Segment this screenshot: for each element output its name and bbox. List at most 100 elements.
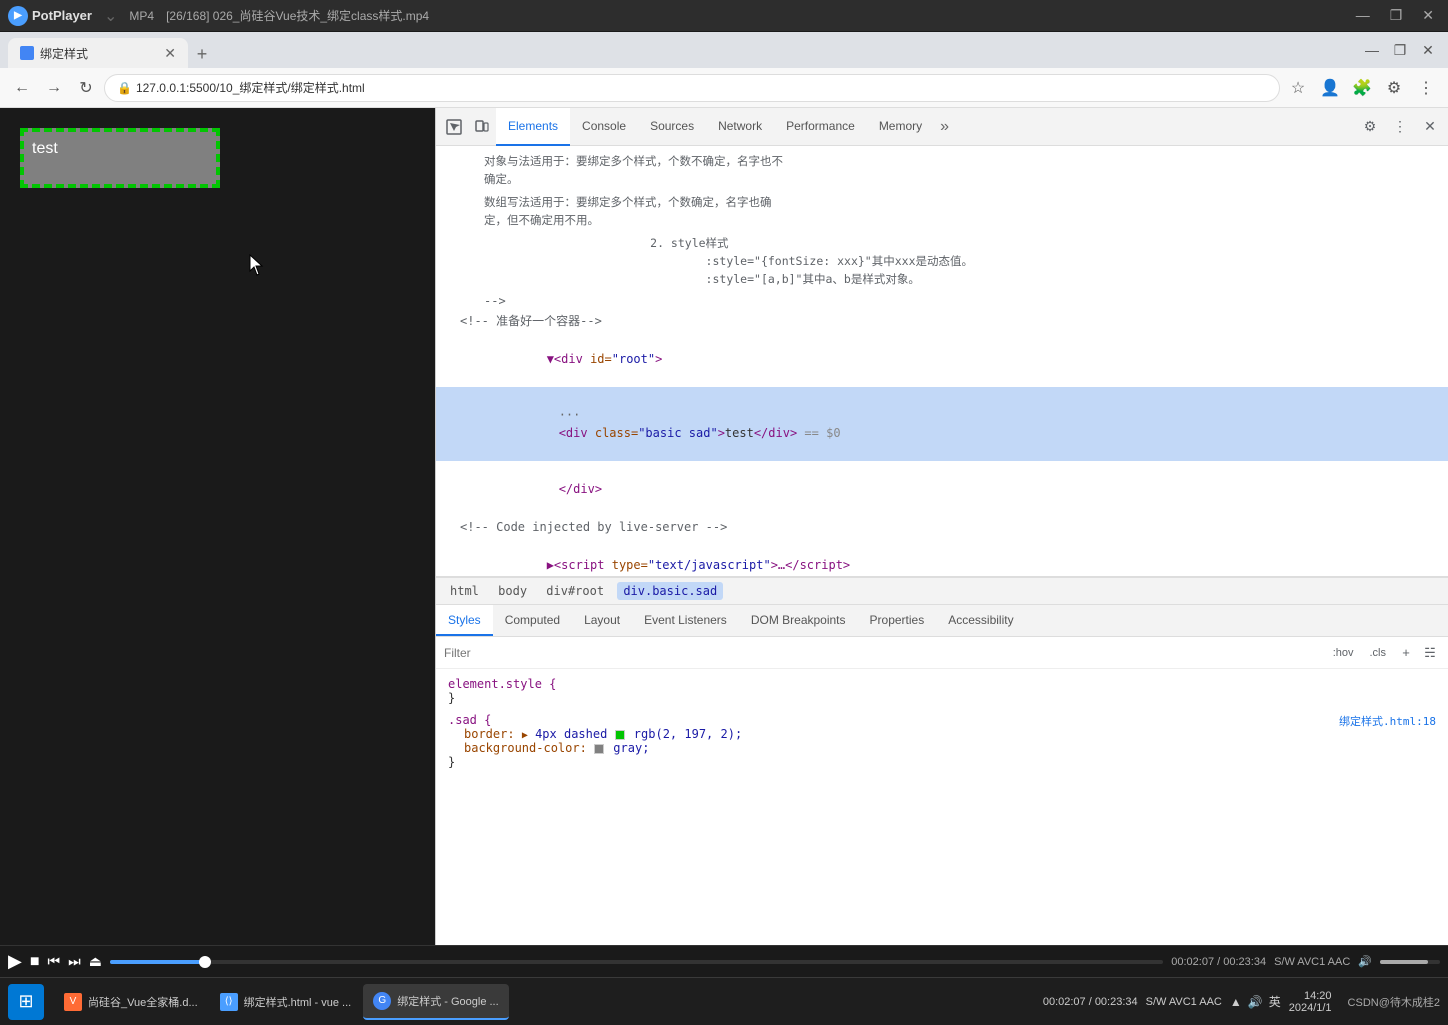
inspect-element-btn[interactable] [440,113,468,141]
forward-button[interactable]: → [40,74,68,102]
lang-icon[interactable]: 英 [1269,993,1281,1010]
sad-rule-close: } [448,755,1436,769]
hov-button[interactable]: :hov [1327,645,1360,661]
bg-color-prop: background-color: gray; [464,741,1436,755]
new-tab-button[interactable]: + [188,40,216,68]
devtools-pane: Elements Console Sources Network Perform… [435,108,1448,1025]
tab-properties[interactable]: Properties [858,605,937,636]
tab-performance[interactable]: Performance [774,108,867,146]
bw-restore[interactable]: ❐ [1388,38,1412,62]
add-rule-btn[interactable]: + [1396,643,1416,663]
taskbar-item-vue[interactable]: V 尚硅谷_Vue全家桶.d... [54,984,208,1020]
minimize-btn[interactable]: — [1350,5,1376,26]
taskbar-label-chrome: 绑定样式 - Google ... [397,993,498,1009]
close-btn[interactable]: ✕ [1416,5,1440,26]
devtools-content: 对象与法适用于：要绑定多个样式，个数不确定，名字也不确定。 数组写法适用于：要绑… [436,146,1448,1025]
url-bar[interactable]: 🔒 127.0.0.1:5500/10_绑定样式/绑定样式.html [104,74,1280,102]
tab-network[interactable]: Network [706,108,774,146]
sys-icons: ▲ 🔊 英 [1230,993,1281,1010]
tab-event-listeners[interactable]: Event Listeners [632,605,739,636]
breadcrumb-bar: html body div#root div.basic.sad [436,577,1448,605]
bookmark-btn[interactable]: ☆ [1284,74,1312,102]
filter-input[interactable] [444,646,1323,660]
stop-btn[interactable]: ■ [30,953,40,971]
tab-console[interactable]: Console [570,108,638,146]
preview-pane: test [0,108,435,1025]
code-script-collapsed[interactable]: ▶<script type="text/javascript">…</scrip… [436,537,1448,577]
tab-dom-breakpoints[interactable]: DOM Breakpoints [739,605,858,636]
bc-body[interactable]: body [492,582,533,600]
playback-controls: ▶ ■ ⏮ ⏭ ⏏ 00:02:07 / 00:23:34 S/W AVC1 A… [0,945,1448,977]
code-div-close[interactable]: </div> [436,461,1448,517]
extensions-btn[interactable]: 🧩 [1348,74,1376,102]
potplayer-title: PotPlayer [32,8,92,23]
code-div-basic-sad[interactable]: ··· <div class="basic sad">test</div> ==… [436,387,1448,461]
volume-bar[interactable] [1380,960,1440,964]
devtools-close-btn[interactable]: ✕ [1416,113,1444,141]
taskbar-right: 00:02:07 / 00:23:34 S/W AVC1 AAC ▲ 🔊 英 1… [1043,990,1440,1014]
border-expand-icon[interactable]: ▶ [522,730,528,741]
volume-icon[interactable]: 🔊 [1248,995,1263,1009]
restore-btn[interactable]: ❐ [1384,5,1409,26]
bw-minimize[interactable]: — [1360,38,1384,62]
taskbar-item-vscode[interactable]: ⟨⟩ 绑定样式.html - vue ... [210,984,362,1020]
sys-expand-icon[interactable]: ▲ [1230,995,1242,1009]
progress-fill [110,960,205,964]
playback-time: 00:02:07 / 00:23:34 [1043,996,1138,1008]
prev-btn[interactable]: ⏮ [48,953,61,970]
tab-close-btn[interactable]: ✕ [164,45,176,62]
start-button[interactable]: ⊞ [8,984,44,1020]
tab-layout[interactable]: Layout [572,605,632,636]
progress-thumb[interactable] [199,956,211,968]
sad-rule: .sad { 绑定样式.html:18 border: ▶ 4px dashed… [436,709,1448,773]
reload-button[interactable]: ↻ [72,74,100,102]
taskbar-item-chrome[interactable]: G 绑定样式 - Google ... [363,984,508,1020]
filter-bar: :hov .cls + ☵ [436,637,1448,669]
taskbar-label-vue: 尚硅谷_Vue全家桶.d... [88,994,198,1010]
bc-divroot[interactable]: div#root [540,582,610,600]
eject-btn[interactable]: ⏏ [89,953,102,970]
taskbar-label-vscode: 绑定样式.html - vue ... [244,994,352,1010]
settings-btn[interactable]: ⚙ [1380,74,1408,102]
potplayer-logo: ▶ PotPlayer [8,6,92,26]
more-tabs-btn[interactable]: » [934,108,955,146]
play-btn[interactable]: ▶ [8,951,22,972]
menu-btn[interactable]: ⋮ [1412,74,1440,102]
bc-divbasicsad[interactable]: div.basic.sad [617,582,723,600]
device-toggle-btn[interactable] [468,113,496,141]
file-info: [26/168] 026_尚硅谷Vue技术_绑定class样式.mp4 [166,7,429,24]
comment-block-2: 数组写法适用于：要绑定多个样式，个数确定，名字也确定，但不确定用不用。 [436,191,1448,232]
back-button[interactable]: ← [8,74,36,102]
tab-accessibility[interactable]: Accessibility [936,605,1025,636]
profile-btn[interactable]: 👤 [1316,74,1344,102]
time-display: 00:02:07 / 00:23:34 [1171,956,1266,968]
code-arrow-close: --> [436,291,1448,311]
devtools-settings-btn[interactable]: ⚙ [1356,113,1384,141]
address-right-icons: ☆ 👤 🧩 ⚙ ⋮ [1284,74,1440,102]
expand-dots[interactable]: ··· [559,408,581,422]
codec-info: S/W AVC1 AAC [1146,996,1222,1008]
browser-tab[interactable]: 绑定样式 ✕ [8,38,188,68]
url-text: 127.0.0.1:5500/10_绑定样式/绑定样式.html [136,79,365,96]
devtools-more-btn[interactable]: ⋮ [1386,113,1414,141]
tab-elements[interactable]: Elements [496,108,570,146]
gray-swatch[interactable] [594,744,604,754]
green-swatch[interactable] [615,730,625,740]
content-area: test Elements Console Sources [0,108,1448,1025]
tab-memory[interactable]: Memory [867,108,934,146]
next-btn[interactable]: ⏭ [68,953,81,970]
more-styles-btn[interactable]: ☵ [1420,643,1440,663]
element-style-close: } [448,691,1436,705]
tab-styles[interactable]: Styles [436,605,493,636]
elements-panel[interactable]: 对象与法适用于：要绑定多个样式，个数不确定，名字也不确定。 数组写法适用于：要绑… [436,146,1448,577]
code-container-comment: <!-- 准备好一个容器--> [436,311,1448,331]
tab-sources[interactable]: Sources [638,108,706,146]
bc-html[interactable]: html [444,582,485,600]
bw-close[interactable]: ✕ [1416,38,1440,62]
code-div-root[interactable]: ▼<div id="root"> [436,331,1448,387]
tab-title: 绑定样式 [40,45,88,62]
sad-source-link[interactable]: 绑定样式.html:18 [1339,713,1436,729]
tab-computed[interactable]: Computed [493,605,572,636]
progress-bar[interactable] [110,960,1163,964]
cls-button[interactable]: .cls [1364,645,1393,661]
